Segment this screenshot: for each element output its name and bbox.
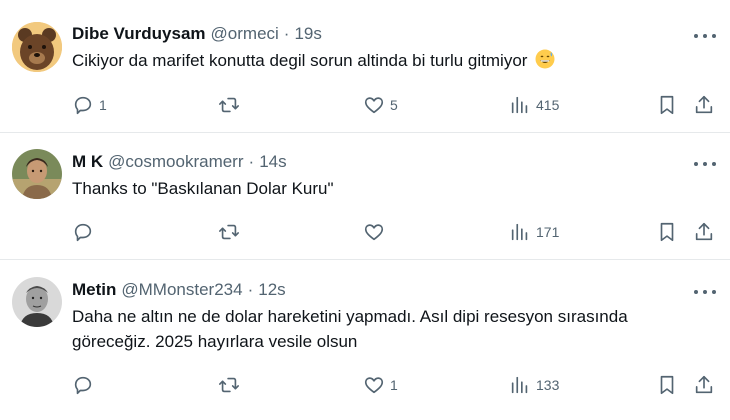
view-count: 415 bbox=[536, 97, 560, 113]
share-icon bbox=[695, 95, 713, 114]
bar-chart-icon bbox=[511, 223, 528, 241]
tweet-actions: 1 133 bbox=[0, 372, 730, 398]
like-button[interactable]: 5 bbox=[363, 92, 398, 118]
views-button[interactable]: 415 bbox=[509, 92, 559, 118]
tweet-actions: 171 bbox=[0, 219, 730, 245]
timestamp[interactable]: 12s bbox=[258, 280, 285, 300]
user-handle[interactable]: @MMonster234 bbox=[121, 280, 242, 300]
man-icon bbox=[12, 277, 62, 327]
tweet-text-content: Thanks to "Baskılanan Dolar Kuru" bbox=[72, 179, 334, 198]
separator-dot: · bbox=[248, 152, 255, 171]
bookmark-icon bbox=[660, 375, 674, 395]
reply-button[interactable] bbox=[72, 219, 99, 245]
view-count: 133 bbox=[536, 377, 560, 393]
more-options-icon[interactable] bbox=[694, 26, 716, 46]
avatar-portrait[interactable] bbox=[12, 149, 62, 199]
display-name[interactable]: Dibe Vurduysam bbox=[72, 24, 206, 44]
retweet-button[interactable] bbox=[218, 92, 245, 118]
like-count: 1 bbox=[390, 377, 398, 393]
bar-chart-icon bbox=[511, 376, 528, 394]
portrait-icon bbox=[12, 149, 62, 199]
tweet-text-line: göreceğiz. 2025 hayırlara vesile olsun bbox=[72, 332, 358, 351]
more-options-icon[interactable] bbox=[694, 282, 716, 302]
more-options-icon[interactable] bbox=[694, 154, 716, 174]
bar-chart-icon bbox=[511, 96, 528, 114]
like-count: 5 bbox=[390, 97, 398, 113]
like-button[interactable]: 1 bbox=[363, 372, 398, 398]
heart-icon bbox=[364, 224, 384, 241]
view-count: 171 bbox=[536, 224, 560, 240]
avatar-man[interactable] bbox=[12, 277, 62, 327]
reply-icon bbox=[74, 96, 92, 115]
tweet-header: M K @cosmookramerr · 14s bbox=[72, 150, 287, 174]
user-handle[interactable]: @cosmookramerr bbox=[108, 152, 243, 172]
tweet-actions: 1 5 415 bbox=[0, 92, 730, 118]
reply-icon bbox=[74, 223, 92, 242]
timestamp[interactable]: 14s bbox=[259, 152, 286, 172]
retweet-icon bbox=[219, 97, 239, 113]
heart-icon bbox=[364, 97, 384, 114]
separator-dot: · bbox=[283, 24, 290, 43]
tweet[interactable]: Metin @MMonster234 · 12s Daha ne altın n… bbox=[0, 260, 730, 420]
retweet-icon bbox=[219, 224, 239, 240]
like-button[interactable] bbox=[363, 219, 390, 245]
grinning-face-with-sweat-emoji bbox=[535, 49, 555, 69]
tweet-text: Thanks to "Baskılanan Dolar Kuru" bbox=[72, 176, 690, 201]
reply-button[interactable]: 1 bbox=[72, 92, 107, 118]
reply-count: 1 bbox=[99, 97, 107, 113]
bookmark-icon bbox=[660, 222, 674, 242]
share-icon bbox=[695, 222, 713, 241]
retweet-button[interactable] bbox=[218, 219, 245, 245]
views-button[interactable]: 171 bbox=[509, 219, 559, 245]
display-name[interactable]: Metin bbox=[72, 280, 116, 300]
avatar-bear[interactable] bbox=[12, 22, 62, 72]
tweet-header: Dibe Vurduysam @ormeci · 19s bbox=[72, 22, 322, 46]
tweet-text-line: Daha ne altın ne de dolar hareketini yap… bbox=[72, 307, 628, 326]
tweet-header: Metin @MMonster234 · 12s bbox=[72, 278, 286, 302]
tweet-text: Cikiyor da marifet konutta degil sorun a… bbox=[72, 48, 690, 73]
tweet-text: Daha ne altın ne de dolar hareketini yap… bbox=[72, 304, 710, 354]
share-button[interactable] bbox=[693, 372, 715, 398]
bookmark-button[interactable] bbox=[656, 92, 678, 118]
user-handle[interactable]: @ormeci bbox=[211, 24, 279, 44]
share-button[interactable] bbox=[693, 219, 715, 245]
bookmark-icon bbox=[660, 95, 674, 115]
timestamp[interactable]: 19s bbox=[294, 24, 321, 44]
tweet[interactable]: Dibe Vurduysam @ormeci · 19s Cikiyor da … bbox=[0, 0, 730, 133]
bookmark-button[interactable] bbox=[656, 219, 678, 245]
tweet[interactable]: M K @cosmookramerr · 14s Thanks to "Bask… bbox=[0, 133, 730, 260]
bear-icon bbox=[12, 22, 62, 72]
separator-dot: · bbox=[247, 280, 254, 299]
share-button[interactable] bbox=[693, 92, 715, 118]
retweet-button[interactable] bbox=[218, 372, 245, 398]
reply-icon bbox=[74, 376, 92, 395]
heart-icon bbox=[364, 377, 384, 394]
bookmark-button[interactable] bbox=[656, 372, 678, 398]
display-name[interactable]: M K bbox=[72, 152, 103, 172]
reply-button[interactable] bbox=[72, 372, 99, 398]
tweet-text-content: Cikiyor da marifet konutta degil sorun a… bbox=[72, 51, 528, 70]
retweet-icon bbox=[219, 377, 239, 393]
views-button[interactable]: 133 bbox=[509, 372, 559, 398]
share-icon bbox=[695, 375, 713, 394]
